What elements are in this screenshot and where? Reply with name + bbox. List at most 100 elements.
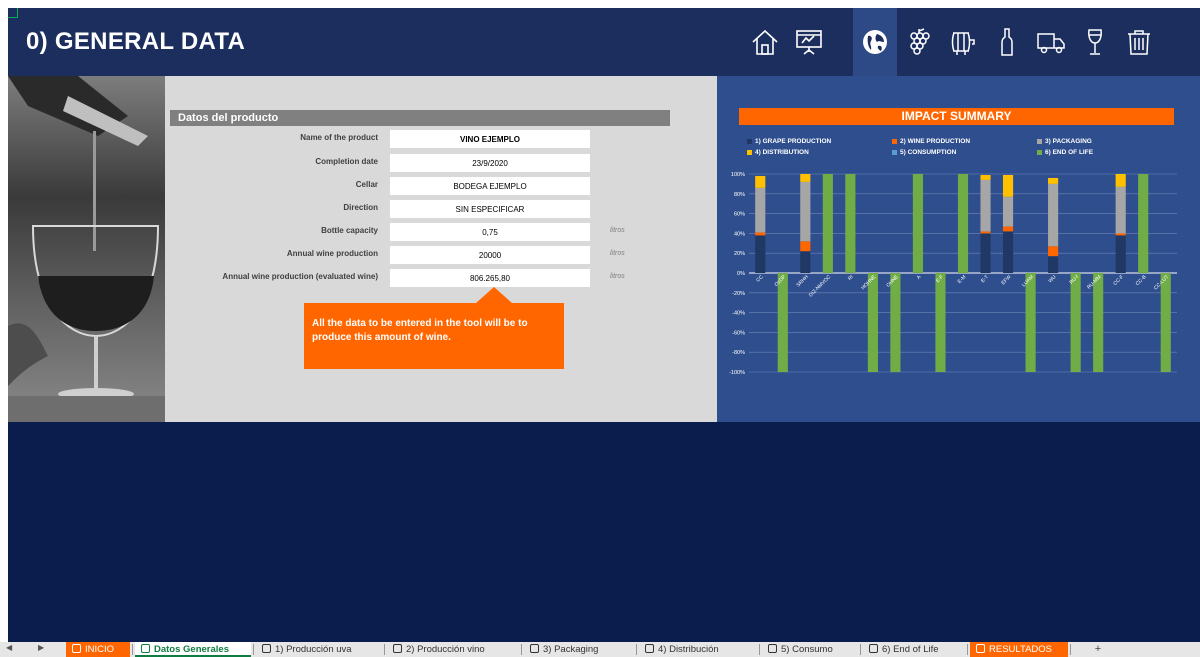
grape-icon[interactable] [897,8,941,76]
bar-segment [1048,256,1059,273]
legend-label: 2) WINE PRODUCTION [900,138,971,145]
trash-icon[interactable] [1117,8,1161,76]
sheet-tab[interactable]: RESULTADOS [970,642,1068,657]
y-tick-label: -100% [729,370,745,376]
form-row-completion-date: Completion date 23/9/2020 [170,154,650,172]
x-tick-label: EFW [1000,274,1012,286]
add-sheet-button[interactable]: + [1091,642,1105,657]
bar-segment [867,273,878,372]
sheet-tab[interactable]: 3) Packaging [524,642,634,657]
bar-segment [755,187,766,233]
x-tick-label: WU [1047,274,1057,284]
bar-segment [912,174,924,273]
header-bar: 0) GENERAL DATA [8,8,1200,76]
completion-date-field[interactable]: 23/9/2020 [390,154,590,172]
bar-segment [1093,273,1104,372]
bar-segment [957,174,969,273]
x-tick-label: SRHH [795,274,810,289]
tab-scroll-left-icon[interactable]: ◀ [6,643,12,652]
sheet-tab[interactable]: INICIO [66,642,130,657]
x-tick-label: CC-B [1135,274,1148,287]
legend-item-consumption: 5) CONSUMPTION [892,149,956,156]
impact-chart: 100% 80% 60% 40% 20% 0% -20% -40% -60% -80% -100% C… [729,172,1177,376]
unit-label: litros [610,227,625,234]
tab-separator [384,644,385,655]
y-tick-label: 80% [734,192,745,198]
y-tick-label: 100% [731,172,745,178]
barrel-icon[interactable] [941,8,985,76]
legend-item-grape: 1) GRAPE PRODUCTION [747,138,831,145]
bar-segment [980,179,991,232]
legend-label: 4) DISTRIBUTION [755,149,809,156]
sheet-tab[interactable]: 2) Producción vino [387,642,519,657]
x-tick-label: E-M [957,274,968,285]
form-label: Bottle capacity [321,226,378,235]
tab-separator [860,644,861,655]
sheet-tab[interactable]: 5) Consumo [762,642,858,657]
bar-segment [1002,196,1014,227]
tab-separator [253,644,254,655]
legend-swatch [1037,149,1042,155]
x-tick-label: A [916,274,923,281]
home-icon[interactable] [743,8,787,76]
sheet-tab[interactable]: Datos Generales [135,642,251,657]
globe-icon[interactable] [853,8,897,76]
presentation-icon[interactable] [787,8,831,76]
cell-selection-marker [8,8,18,18]
evaluated-production-field[interactable]: 806.265,80 [390,269,590,287]
form-label: Direction [343,203,378,212]
bottle-capacity-field[interactable]: 0,75 [390,223,590,241]
y-tick-label: 60% [734,212,745,218]
legend-swatch [892,138,897,144]
sheet-tab-label: 1) Producción uva [275,644,352,655]
x-tick-label: RI [847,274,855,282]
form-label: Name of the product [300,133,378,142]
bar-segment [980,233,991,273]
sheet-tab-bar: ◀ ▶ INICIO Datos Generales 1) Producción u… [0,642,1200,657]
bar-segment [1160,273,1171,372]
direction-field[interactable]: SIN ESPECIFICAR [390,200,590,218]
sheet-lock-icon [530,644,539,653]
sheet-tab[interactable]: 1) Producción uva [256,642,382,657]
annual-production-field[interactable]: 20000 [390,246,590,264]
form-label: Cellar [355,180,378,189]
sheet-lock-icon [393,644,402,653]
wine-glass-icon[interactable] [1073,8,1117,76]
x-tick-label: CC-F [1112,274,1125,287]
sheet-tab-label: RESULTADOS [989,644,1052,655]
tab-scroll-right-icon[interactable]: ▶ [38,643,44,652]
bar-segment [777,273,788,372]
bar-segment [1070,273,1081,372]
truck-icon[interactable] [1029,8,1073,76]
cellar-field[interactable]: BODEGA EJEMPLO [390,177,590,195]
x-tick-label: CC [755,274,765,284]
bar-segment [980,231,991,234]
form-row-annual-production: Annual wine production 20000 litros [170,246,650,264]
sheet-lock-icon [976,644,985,653]
legend-item-packaging: 3) PACKAGING [1037,138,1092,145]
bar-segment [1002,174,1014,197]
bar-segment [1115,233,1126,236]
legend-swatch [747,138,752,144]
bar-segment [1002,226,1014,232]
bar-segment [1002,231,1014,273]
bar-segment [1048,183,1059,247]
chart-title: IMPACT SUMMARY [739,108,1174,125]
y-tick-label: -80% [732,350,745,356]
sheet-tab[interactable]: 4) Distribución [639,642,757,657]
bar-segment [800,251,811,273]
bar-segment [755,235,766,273]
bar-segment [1115,235,1126,273]
sheet-lock-icon [645,644,654,653]
sheet-tab[interactable]: 6) End of Life [863,642,965,657]
sheet-tab-label: 6) End of Life [882,644,939,655]
bottle-icon[interactable] [985,8,1029,76]
form-row-product-name: Name of the product VINO EJEMPLO [170,130,650,148]
legend-label: 3) PACKAGING [1045,138,1092,145]
legend-swatch [1037,138,1042,144]
bar-segment [980,174,991,180]
product-name-field[interactable]: VINO EJEMPLO [390,130,590,148]
bar-segment [1115,186,1126,234]
impact-summary-panel: IMPACT SUMMARY 1) GRAPE PRODUCTION 2) WI… [717,76,1200,422]
tab-separator [636,644,637,655]
